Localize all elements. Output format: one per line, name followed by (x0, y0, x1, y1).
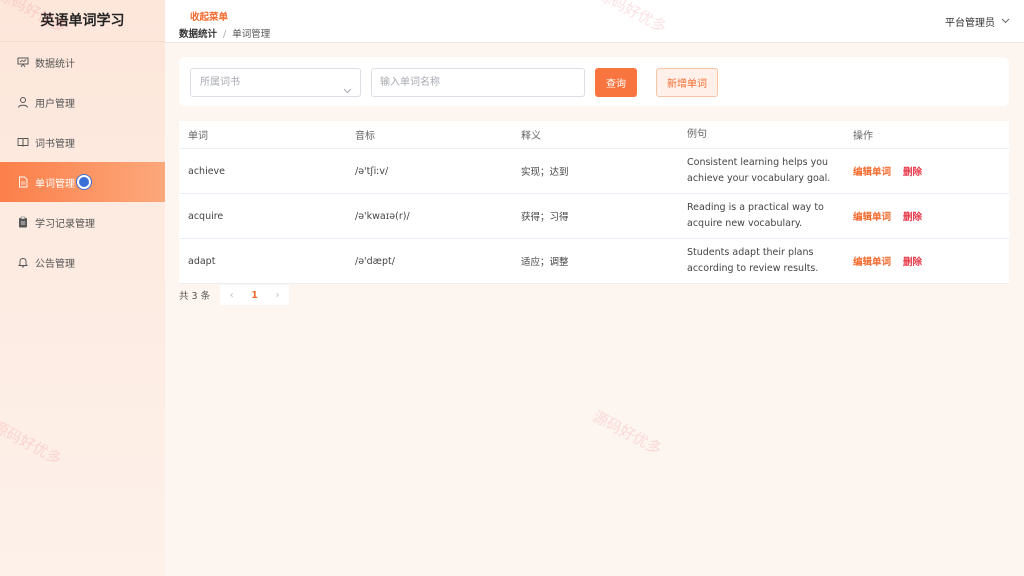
cell-example: Students adapt their plans according to … (687, 247, 819, 274)
book-select[interactable]: 所属词书 (190, 68, 361, 97)
cell-word: adapt (188, 255, 216, 267)
breadcrumb-current: 单词管理 (232, 29, 271, 40)
collapse-menu-button[interactable]: 收起菜单 (190, 9, 228, 23)
delete-button[interactable]: 删除 (903, 209, 922, 223)
sidebar: 英语单词学习 数据统计 用户管理 词书管理 单词管理 学习记录管理 公告管理 (0, 0, 165, 576)
chevron-down-icon (343, 78, 352, 105)
table-row: achieve /ə'tʃiːv/ 实现；达到 Consistent learn… (179, 149, 1009, 194)
cell-actions: 编辑单词 删除 (844, 254, 1009, 268)
edit-word-button[interactable]: 编辑单词 (853, 209, 891, 223)
word-table: 单词 音标 释义 例句 操作 achieve /ə'tʃiːv/ 实现；达到 C… (179, 121, 1009, 284)
table-row: acquire /ə'kwaɪə(r)/ 获得；习得 Reading is a … (179, 194, 1009, 239)
cell-actions: 编辑单词 删除 (844, 209, 1009, 223)
sidebar-item-announcements[interactable]: 公告管理 (0, 242, 165, 282)
query-button[interactable]: 查询 (595, 68, 637, 97)
user-menu[interactable]: 平台管理员 (945, 14, 1010, 29)
table-header: 单词 音标 释义 例句 操作 (179, 121, 1009, 149)
clipboard-icon (17, 216, 29, 228)
cell-meaning: 获得；习得 (521, 212, 569, 223)
sidebar-item-label: 单词管理 (35, 178, 75, 190)
cell-actions: 编辑单词 删除 (844, 164, 1009, 178)
sidebar-menu: 数据统计 用户管理 词书管理 单词管理 学习记录管理 公告管理 (0, 42, 165, 282)
document-icon (17, 176, 29, 188)
sidebar-item-books[interactable]: 词书管理 (0, 122, 165, 162)
cell-phonetic: /ə'dæpt/ (355, 255, 395, 267)
pagination: 共 3 条 ‹ 1 › (179, 285, 290, 305)
sidebar-item-study-records[interactable]: 学习记录管理 (0, 202, 165, 242)
watermark: 源码好优多 (589, 407, 665, 459)
delete-button[interactable]: 删除 (903, 164, 922, 178)
delete-button[interactable]: 删除 (903, 254, 922, 268)
edit-word-button[interactable]: 编辑单词 (853, 164, 891, 178)
cell-word: acquire (188, 210, 224, 222)
sidebar-item-words[interactable]: 单词管理 (0, 162, 165, 202)
pagination-total: 共 3 条 (179, 291, 211, 302)
column-header-actions: 操作 (853, 131, 873, 142)
breadcrumb-home[interactable]: 数据统计 (179, 29, 217, 40)
cell-phonetic: /ə'tʃiːv/ (355, 165, 389, 177)
edit-word-button[interactable]: 编辑单词 (853, 254, 891, 268)
page-number[interactable]: 1 (243, 285, 267, 305)
sidebar-item-label: 词书管理 (35, 138, 75, 150)
breadcrumb: 数据统计 / 单词管理 (179, 26, 270, 40)
cell-example: Consistent learning helps you achieve yo… (687, 157, 831, 184)
sidebar-item-label: 公告管理 (35, 258, 75, 270)
app-title: 英语单词学习 (0, 0, 165, 42)
user-name: 平台管理员 (945, 18, 995, 29)
add-word-button[interactable]: 新增单词 (656, 68, 718, 97)
book-icon (17, 136, 29, 148)
word-search-input[interactable] (371, 68, 585, 97)
column-header-word: 单词 (188, 131, 208, 142)
user-icon (17, 96, 29, 108)
cell-meaning: 适应；调整 (521, 257, 569, 268)
column-header-example: 例句 (687, 128, 707, 140)
column-header-phonetic: 音标 (355, 131, 375, 142)
sidebar-item-label: 学习记录管理 (35, 218, 95, 230)
book-select-placeholder: 所属词书 (200, 77, 240, 88)
filter-bar: 所属词书 查询 新增单词 (179, 57, 1009, 106)
presentation-icon (17, 56, 29, 68)
next-page-button[interactable]: › (266, 285, 290, 305)
bell-icon (17, 256, 29, 268)
prev-page-button[interactable]: ‹ (220, 285, 244, 305)
table-row: adapt /ə'dæpt/ 适应；调整 Students adapt thei… (179, 239, 1009, 284)
sidebar-item-statistics[interactable]: 数据统计 (0, 42, 165, 82)
cell-meaning: 实现；达到 (521, 167, 569, 178)
sidebar-item-label: 用户管理 (35, 98, 75, 110)
sidebar-item-users[interactable]: 用户管理 (0, 82, 165, 122)
cell-word: achieve (188, 165, 226, 177)
sidebar-item-label: 数据统计 (35, 58, 75, 70)
top-header: 收起菜单 数据统计 / 单词管理 平台管理员 (165, 0, 1024, 43)
mouse-cursor-indicator (77, 175, 91, 189)
breadcrumb-separator: / (223, 29, 227, 40)
column-header-meaning: 释义 (521, 131, 541, 142)
cell-example: Reading is a practical way to acquire ne… (687, 202, 824, 229)
cell-phonetic: /ə'kwaɪə(r)/ (355, 210, 410, 222)
chevron-down-icon (1001, 16, 1010, 27)
